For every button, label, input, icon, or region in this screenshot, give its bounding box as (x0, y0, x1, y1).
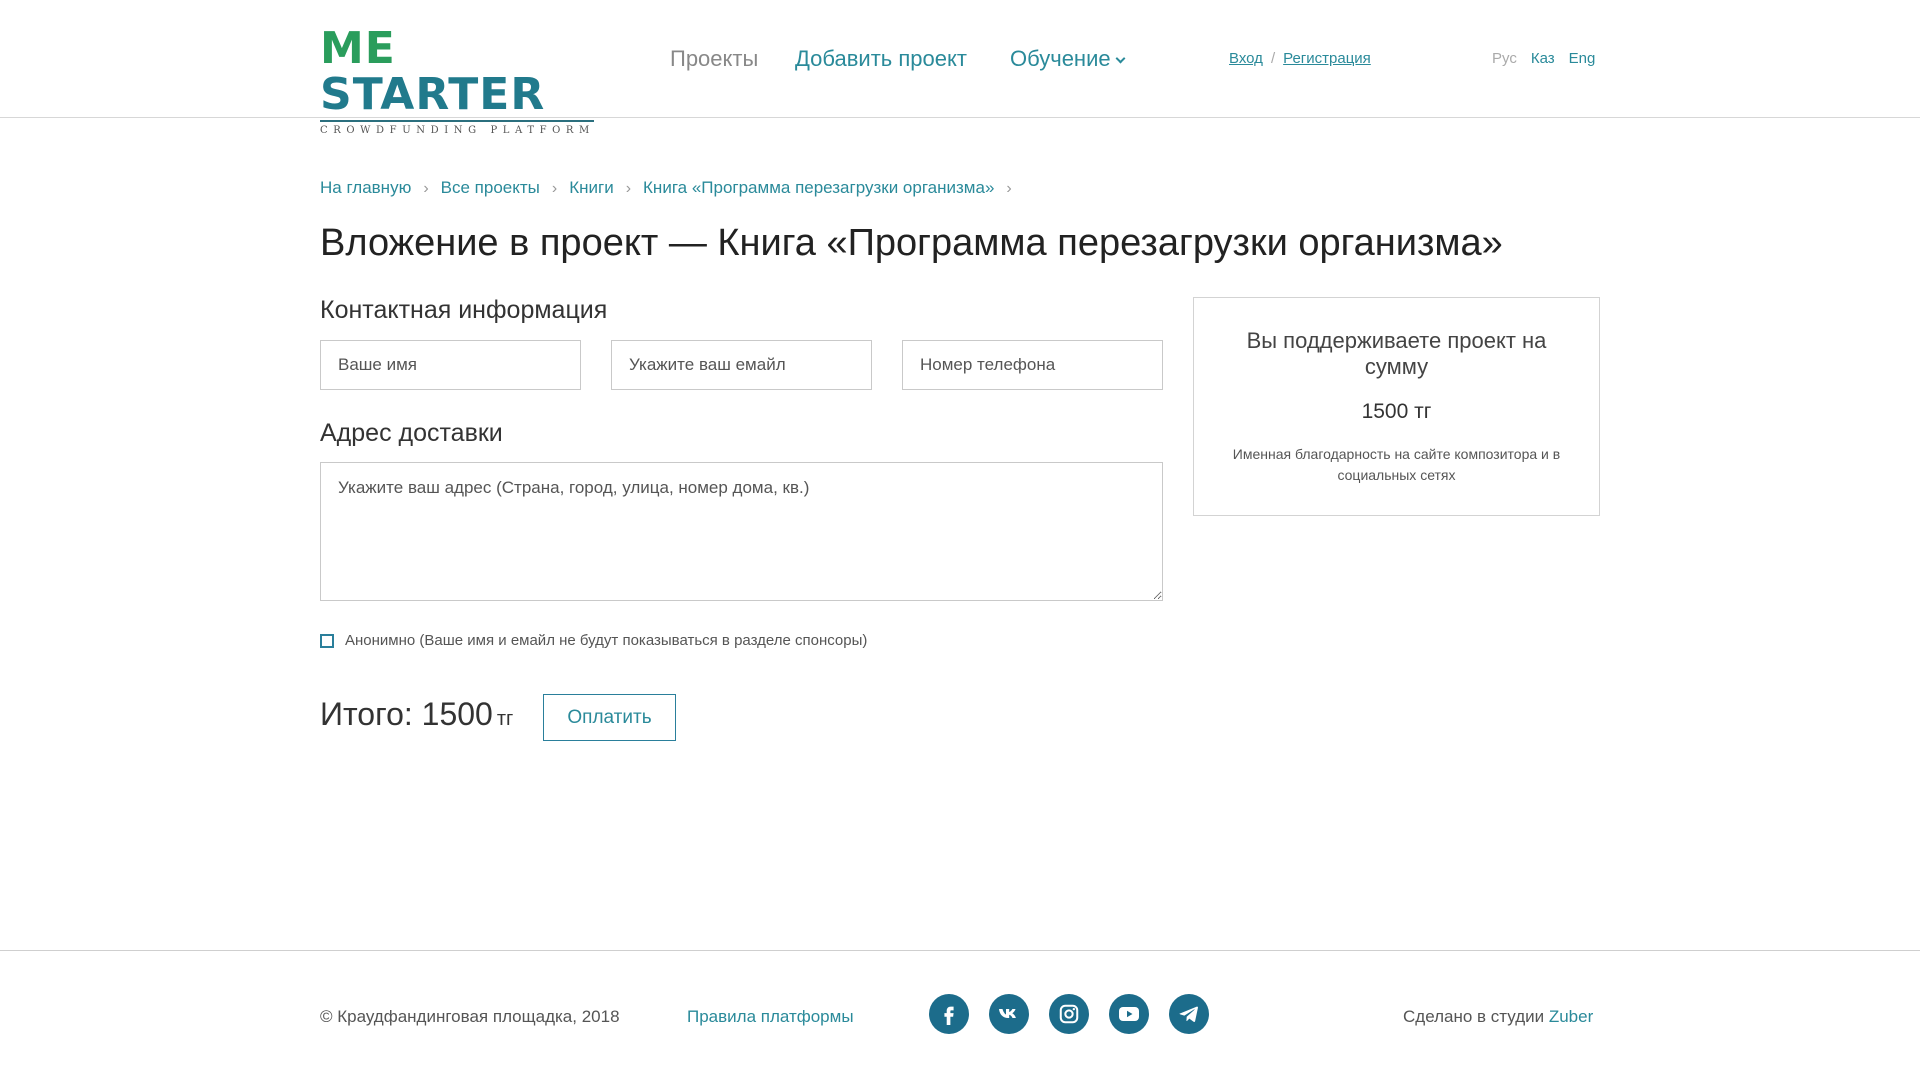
total-currency: тг (496, 708, 514, 730)
support-summary-card: Вы поддерживаете проект на сумму 1500 тг… (1193, 297, 1600, 516)
email-input[interactable] (611, 340, 872, 390)
lang-en[interactable]: Eng (1569, 50, 1596, 67)
instagram-icon[interactable] (1049, 994, 1089, 1034)
login-link[interactable]: Вход (1229, 50, 1263, 67)
logo-wordmark: ME STARTER (320, 26, 596, 118)
breadcrumb: На главную › Все проекты › Книги › Книга «Прог… (320, 178, 1024, 198)
chevron-right-icon: › (423, 180, 429, 197)
facebook-icon[interactable] (929, 994, 969, 1034)
anonymous-checkbox[interactable] (320, 633, 334, 648)
contact-section-title: Контактная информация (320, 296, 608, 324)
logo[interactable]: ME STARTER CROWDFUNDING PLATFORM (320, 26, 596, 136)
youtube-icon[interactable] (1109, 994, 1149, 1034)
nav-projects[interactable]: Проекты (670, 46, 758, 72)
social-links (929, 994, 1229, 1034)
breadcrumb-home[interactable]: На главную (320, 178, 411, 197)
logo-tagline: CROWDFUNDING PLATFORM (320, 125, 595, 136)
language-switcher: Рус Каз Eng (1492, 50, 1595, 67)
platform-rules-link[interactable]: Правила платформы (687, 1007, 854, 1027)
lang-ru[interactable]: Рус (1492, 50, 1517, 67)
pay-button[interactable]: Оплатить (543, 694, 676, 741)
copyright: © Краудфандинговая площадка, 2018 (320, 1007, 620, 1026)
auth-links: Вход / Регистрация (1229, 50, 1371, 67)
total-amount: Итого: 1500 тг (320, 696, 513, 733)
telegram-icon[interactable] (1169, 994, 1209, 1034)
delivery-section-title: Адрес доставки (320, 419, 503, 447)
register-link[interactable]: Регистрация (1283, 50, 1371, 67)
logo-underline (320, 120, 594, 122)
site-header: ME STARTER CROWDFUNDING PLATFORM Проекты… (0, 0, 1920, 136)
name-input[interactable] (320, 340, 581, 390)
studio-link[interactable]: Zuber (1549, 1007, 1593, 1026)
chevron-right-icon: › (551, 180, 558, 197)
breadcrumb-books[interactable]: Книги (569, 178, 613, 197)
summary-amount: 1500 тг (1361, 400, 1432, 423)
nav-learning-label: Обучение (1010, 46, 1111, 71)
breadcrumb-current[interactable]: Книга «Программа перезагрузки организма» (643, 178, 994, 197)
page-title: Вложение в проект — Книга «Программа пер… (320, 222, 1503, 264)
lang-kz[interactable]: Каз (1531, 50, 1555, 67)
nav-learning[interactable]: Обучение (1010, 46, 1126, 72)
breadcrumb-all-projects[interactable]: Все проекты (441, 178, 540, 197)
anonymous-label: Анонимно (Ваше имя и емайл не будут пока… (345, 632, 868, 649)
total-label: Итого: 1500 (320, 696, 493, 732)
phone-input[interactable] (902, 340, 1163, 390)
vk-icon[interactable] (989, 994, 1029, 1034)
made-by-label: Сделано в студии (1403, 1007, 1545, 1026)
chevron-right-icon: › (625, 180, 632, 197)
summary-title: Вы поддерживаете проект на сумму (1246, 328, 1547, 379)
made-by: Сделано в студии Zuber (1403, 1007, 1593, 1027)
auth-separator: / (1270, 50, 1276, 67)
site-footer: © Краудфандинговая площадка, 2018 Правил… (0, 950, 1920, 1080)
chevron-right-icon: › (1006, 180, 1012, 197)
summary-reward: Именная благодарность на сайте композито… (1232, 446, 1561, 483)
address-textarea[interactable] (320, 462, 1163, 601)
chevron-down-icon (1115, 53, 1126, 64)
logo-starter: STARTER (320, 69, 546, 120)
anonymous-option[interactable]: Анонимно (Ваше имя и емайл не будут пока… (320, 632, 867, 649)
logo-me: ME (320, 23, 396, 74)
nav-add-project[interactable]: Добавить проект (795, 46, 967, 72)
